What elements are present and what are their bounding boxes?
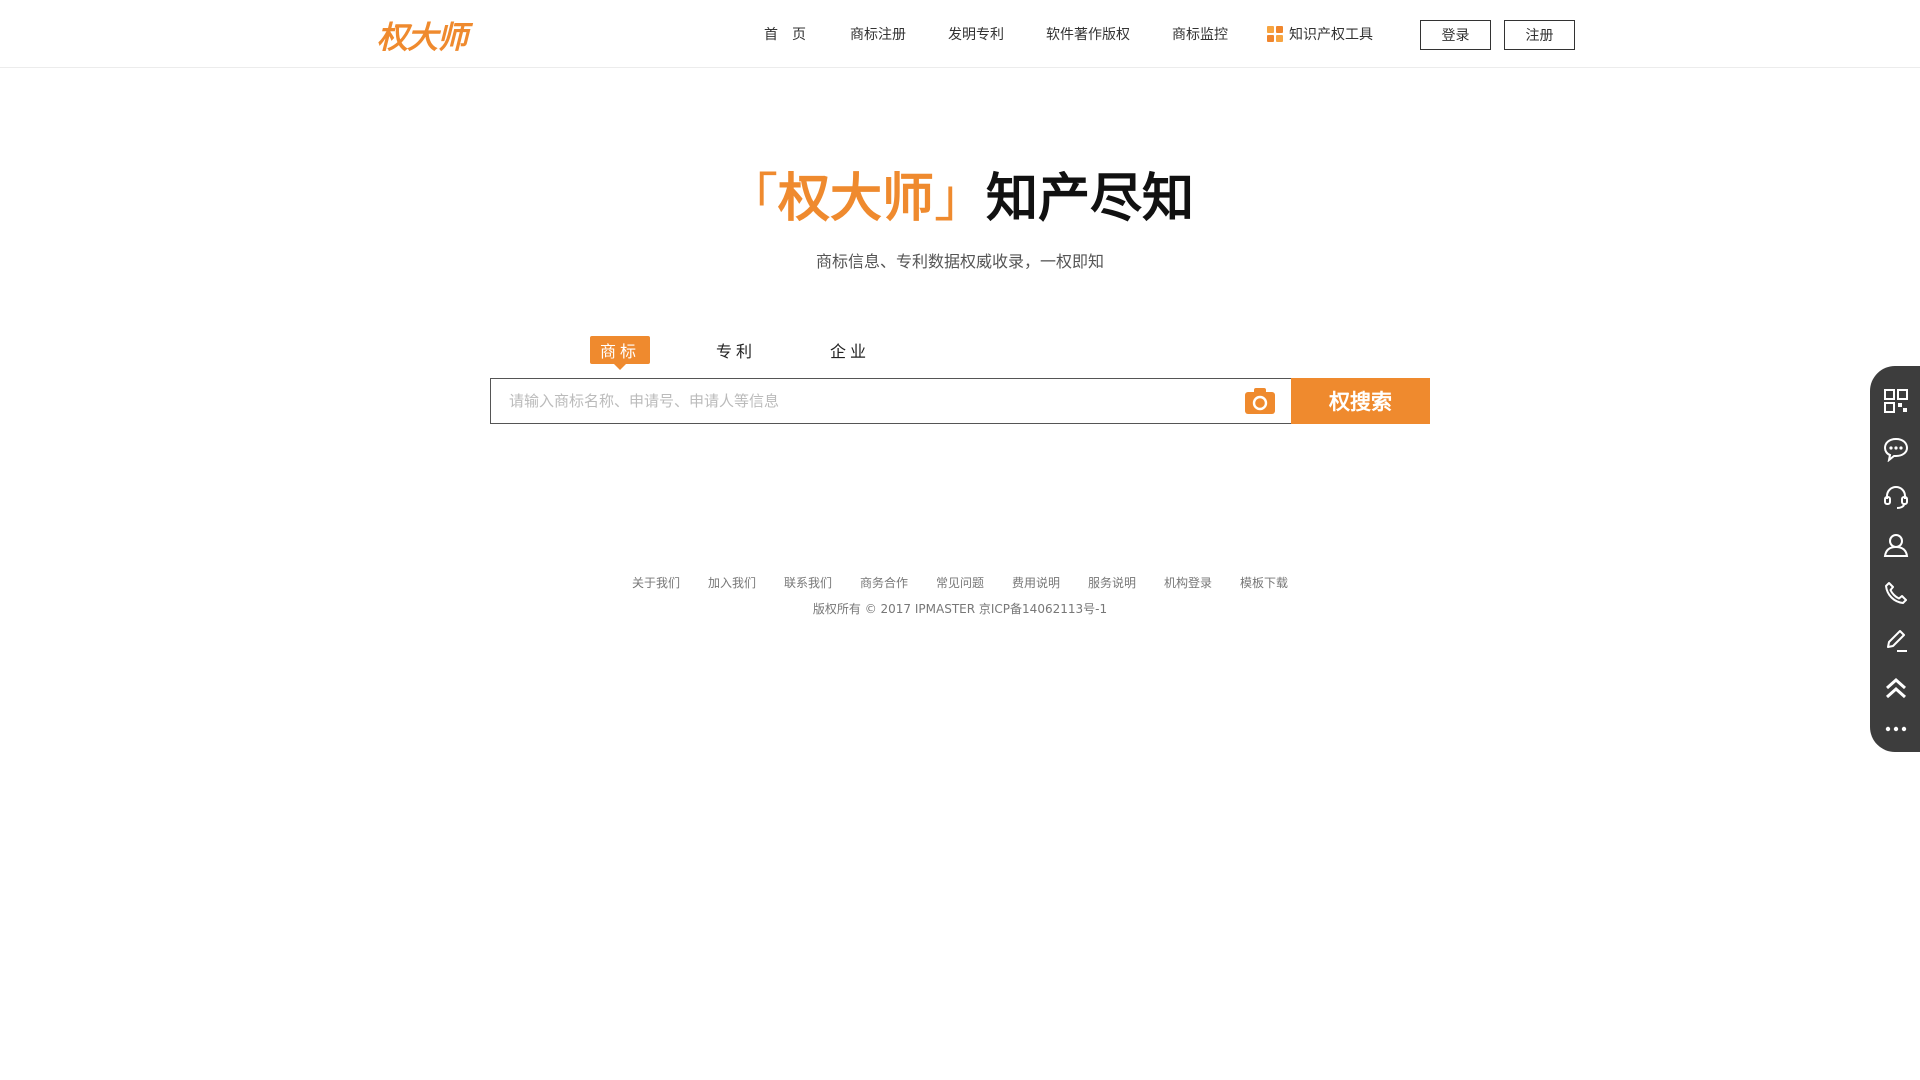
footer-link-service[interactable]: 服务说明	[1088, 574, 1136, 591]
nav-ip-tools[interactable]: 知识产权工具	[1267, 24, 1373, 44]
user-icon	[1883, 534, 1909, 557]
more-dots-icon	[1885, 726, 1907, 732]
phone-icon	[1885, 582, 1907, 604]
chat-bubble-icon	[1883, 437, 1909, 462]
search-button[interactable]: 权搜索	[1291, 378, 1430, 424]
nav-ip-tools-label: 知识产权工具	[1289, 27, 1373, 43]
top-navigation-bar: 权大师 首 页 商标注册 发明专利 软件著作版权 商标监控 知识产权工具 登录 …	[0, 0, 1920, 68]
side-toolbar	[1870, 366, 1920, 752]
more-button[interactable]	[1883, 716, 1909, 742]
footer-link-about[interactable]: 关于我们	[632, 574, 680, 591]
hero-title: 「权大师」知产尽知	[0, 164, 1920, 234]
footer-link-business[interactable]: 商务合作	[860, 574, 908, 591]
camera-icon[interactable]	[1245, 388, 1275, 414]
tab-enterprise[interactable]: 企业	[830, 336, 870, 364]
nav-invention-patent[interactable]: 发明专利	[948, 24, 1004, 44]
hero-subtitle: 商标信息、专利数据权威收录，一权即知	[815, 252, 1104, 271]
logo[interactable]: 权大师	[377, 12, 468, 57]
nav-trademark-registration[interactable]: 商标注册	[850, 24, 906, 44]
footer-link-join[interactable]: 加入我们	[708, 574, 756, 591]
nav-trademark-monitoring[interactable]: 商标监控	[1172, 24, 1228, 44]
nav-software-copyright[interactable]: 软件著作版权	[1046, 24, 1130, 44]
back-to-top-button[interactable]	[1883, 676, 1909, 702]
copyright: 版权所有 © 2017 IPMASTER 京ICP备14062113号-1	[812, 602, 1108, 616]
tab-trademark[interactable]: 商标	[590, 336, 650, 370]
customer-service-button[interactable]	[1883, 484, 1909, 510]
edit-pen-icon	[1887, 630, 1907, 652]
hero-brand: 权大师	[777, 168, 934, 229]
footer-link-agency-login[interactable]: 机构登录	[1164, 574, 1212, 591]
qrcode-button[interactable]	[1883, 388, 1909, 414]
feedback-button[interactable]	[1883, 628, 1909, 654]
footer-link-contact[interactable]: 联系我们	[784, 574, 832, 591]
register-button[interactable]: 注册	[1504, 20, 1575, 50]
nav-home[interactable]: 首 页	[764, 24, 806, 44]
back-to-top-icon	[1886, 677, 1906, 699]
search-input[interactable]	[491, 379, 1231, 423]
search-box	[490, 378, 1292, 424]
user-button[interactable]	[1883, 532, 1909, 558]
phone-button[interactable]	[1883, 580, 1909, 606]
tab-patent[interactable]: 专利	[716, 336, 756, 364]
login-button[interactable]: 登录	[1420, 20, 1491, 50]
hero-slogan: 知产尽知	[986, 168, 1195, 229]
footer-link-fees[interactable]: 费用说明	[1012, 574, 1060, 591]
footer-link-faq[interactable]: 常见问题	[936, 574, 984, 591]
hero-bracket-close: 」	[934, 169, 987, 229]
hero-bracket-open: 「	[725, 169, 778, 229]
chat-button[interactable]	[1883, 436, 1909, 462]
headset-icon	[1884, 485, 1908, 509]
grid-squares-icon	[1267, 26, 1283, 42]
qrcode-icon	[1884, 389, 1908, 413]
footer-link-templates[interactable]: 模板下载	[1240, 574, 1288, 591]
